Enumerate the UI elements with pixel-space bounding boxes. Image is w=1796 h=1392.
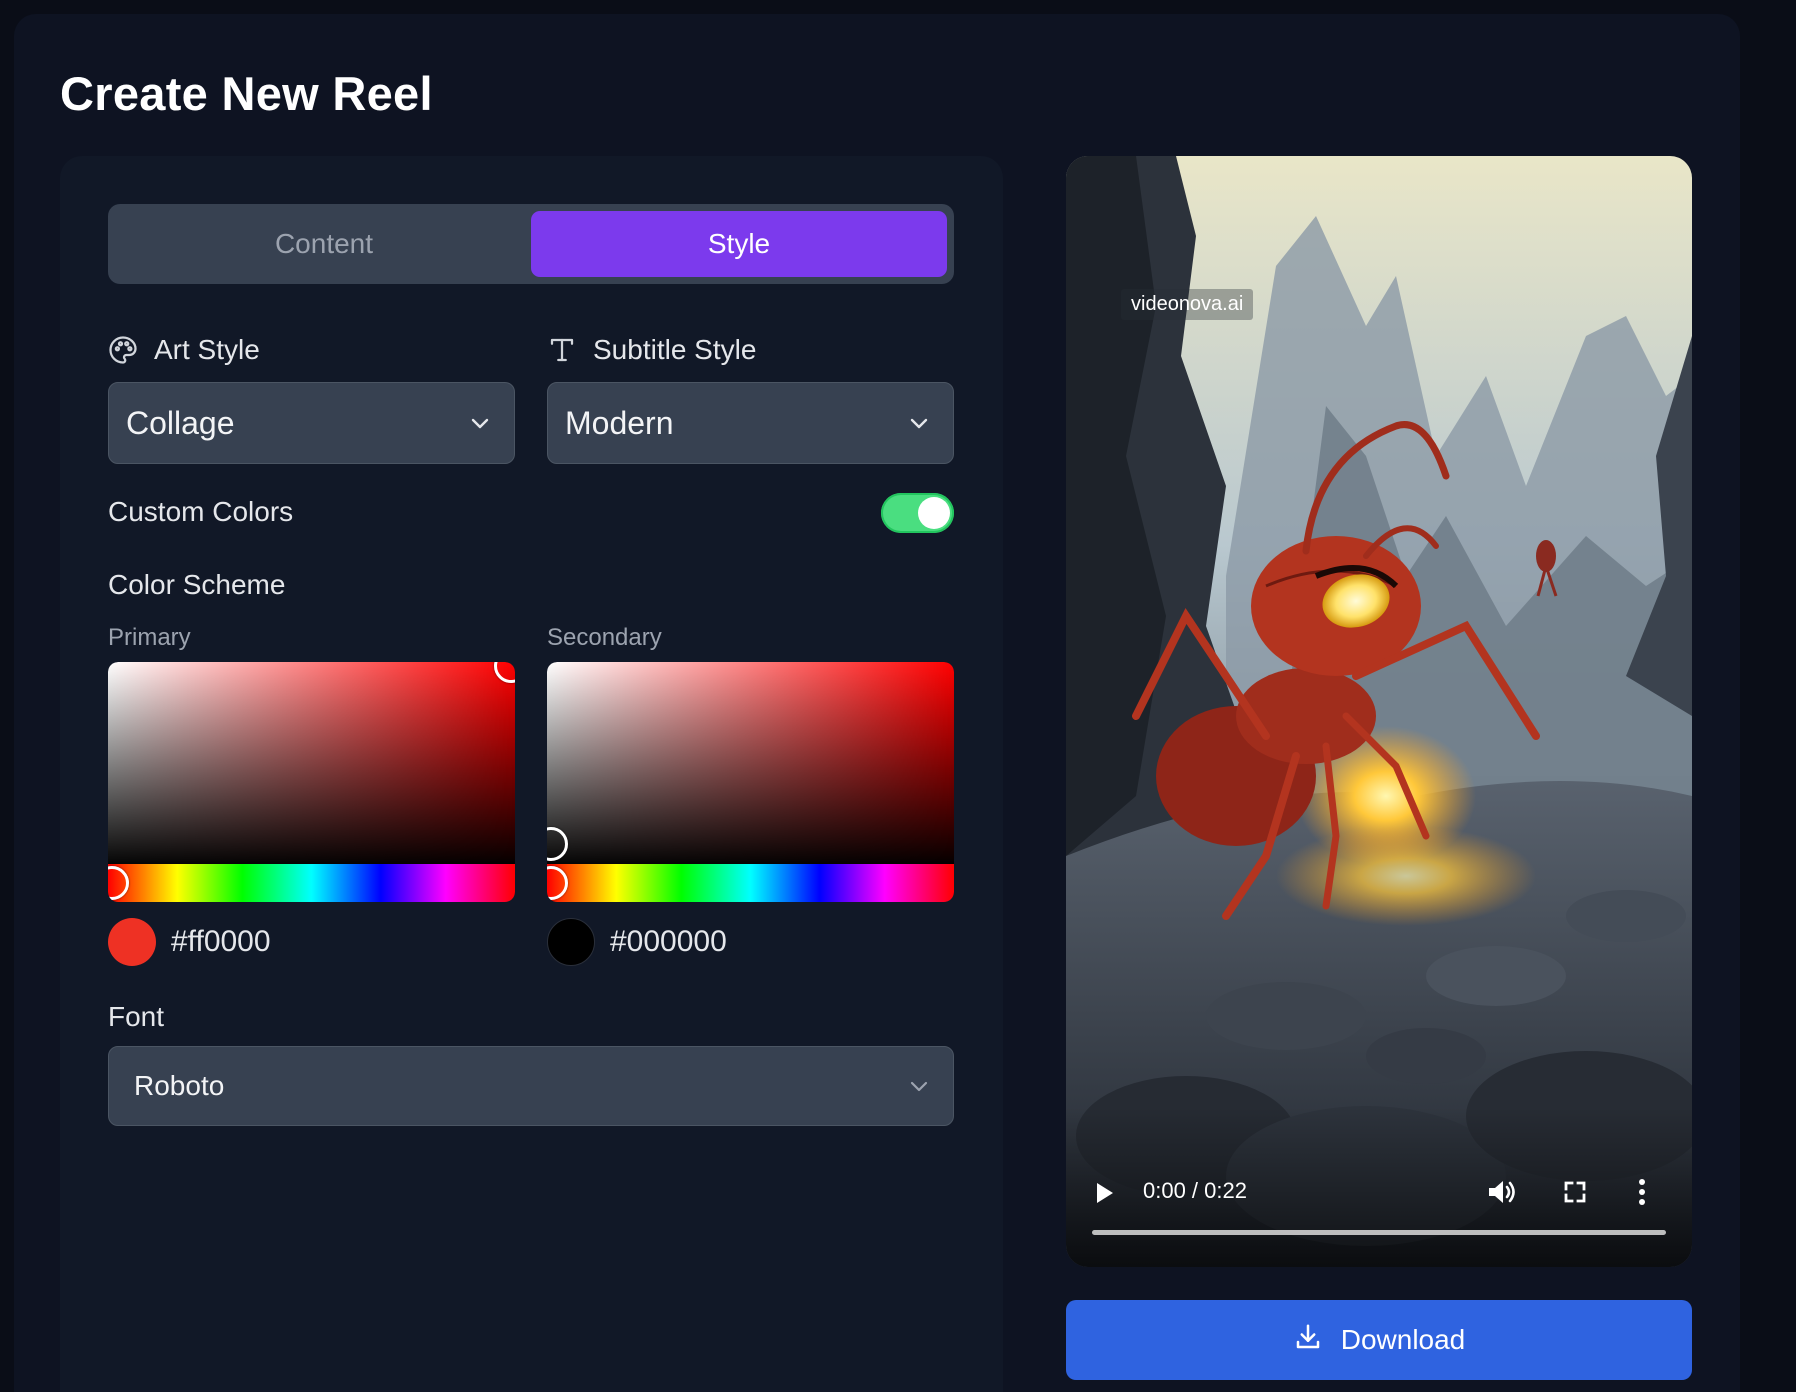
tab-content[interactable]: Content bbox=[116, 211, 532, 277]
more-options-button[interactable] bbox=[1636, 1178, 1648, 1211]
chevron-down-icon bbox=[468, 411, 492, 435]
video-progress-bar[interactable] bbox=[1092, 1230, 1666, 1235]
fullscreen-button[interactable] bbox=[1563, 1180, 1587, 1209]
toggle-knob bbox=[918, 497, 950, 529]
primary-hue-slider[interactable] bbox=[108, 864, 515, 902]
tab-bar: Content Style bbox=[108, 204, 954, 284]
font-label: Font bbox=[108, 1001, 165, 1032]
watermark: videonova.ai bbox=[1121, 289, 1254, 320]
chevron-down-icon bbox=[907, 411, 931, 435]
secondary-color-picker bbox=[547, 662, 954, 902]
primary-saturation-area[interactable] bbox=[108, 662, 515, 868]
tab-style[interactable]: Style bbox=[531, 211, 947, 277]
palette-icon bbox=[108, 335, 138, 365]
volume-button[interactable] bbox=[1486, 1178, 1516, 1211]
custom-colors-toggle[interactable] bbox=[881, 493, 954, 533]
more-vertical-icon bbox=[1636, 1179, 1648, 1210]
video-player[interactable]: videonova.ai 0:00 / 0:22 bbox=[1066, 156, 1692, 1267]
primary-hue-handle[interactable] bbox=[108, 866, 129, 900]
font-select[interactable]: Roboto bbox=[108, 1046, 954, 1126]
volume-icon bbox=[1486, 1181, 1516, 1210]
primary-hex: #ff0000 bbox=[171, 925, 271, 958]
play-button[interactable] bbox=[1092, 1180, 1116, 1211]
secondary-hex: #000000 bbox=[610, 925, 727, 958]
play-icon bbox=[1092, 1183, 1116, 1210]
art-style-label: Art Style bbox=[108, 334, 260, 366]
download-icon bbox=[1293, 1322, 1323, 1359]
subtitle-style-value: Modern bbox=[565, 404, 674, 441]
download-label: Download bbox=[1340, 1324, 1466, 1355]
art-style-label-text: Art Style bbox=[154, 334, 260, 365]
primary-swatch bbox=[108, 918, 156, 966]
page-title: Create New Reel bbox=[60, 67, 433, 120]
secondary-saturation-area[interactable] bbox=[547, 662, 954, 868]
color-scheme-title: Color Scheme bbox=[108, 569, 286, 600]
font-value: Roboto bbox=[134, 1070, 225, 1101]
time-display: 0:00 / 0:22 bbox=[1143, 1178, 1247, 1203]
fullscreen-icon bbox=[1563, 1181, 1587, 1208]
text-t-icon bbox=[547, 335, 577, 365]
secondary-hue-handle[interactable] bbox=[547, 866, 568, 900]
secondary-swatch bbox=[547, 918, 595, 966]
custom-colors-label: Custom Colors bbox=[108, 496, 294, 527]
primary-color-picker bbox=[108, 662, 515, 902]
chevron-down-icon bbox=[907, 1074, 931, 1098]
secondary-label: Secondary bbox=[547, 624, 662, 651]
download-button[interactable]: Download bbox=[1066, 1300, 1692, 1380]
art-style-select[interactable]: Collage bbox=[108, 382, 515, 464]
subtitle-style-label: Subtitle Style bbox=[547, 334, 756, 366]
style-settings-panel: Content Style Art Style Collage Subtitle… bbox=[60, 156, 1003, 1392]
art-style-value: Collage bbox=[126, 404, 235, 441]
primary-label: Primary bbox=[108, 624, 191, 651]
secondary-hue-slider[interactable] bbox=[547, 864, 954, 902]
video-frame-image bbox=[1066, 156, 1692, 1267]
subtitle-style-label-text: Subtitle Style bbox=[593, 334, 757, 365]
subtitle-style-select[interactable]: Modern bbox=[547, 382, 954, 464]
